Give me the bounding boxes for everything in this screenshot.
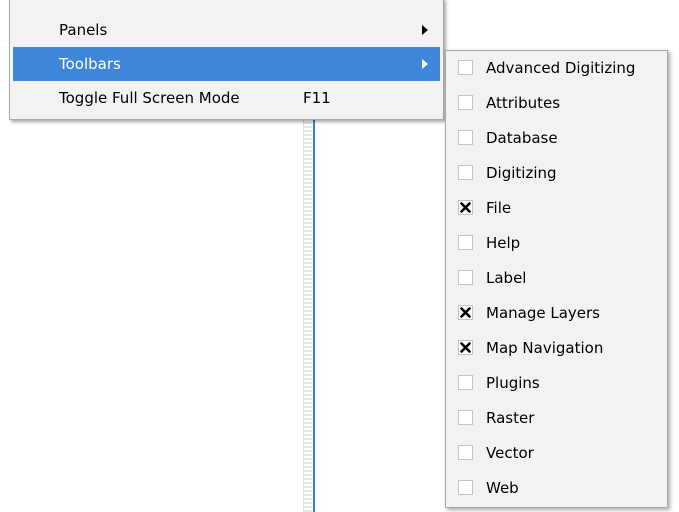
menu-item-label: Toggle Full Screen Mode	[59, 89, 240, 107]
toolbar-item-help[interactable]: Help	[446, 226, 667, 261]
submenu-arrow-icon	[422, 59, 428, 69]
checkbox-icon[interactable]	[458, 235, 473, 250]
toolbars-submenu: Advanced Digitizing Attributes Database …	[445, 50, 668, 508]
toolbar-item-label: Map Navigation	[486, 339, 604, 357]
splitter-accent-line	[313, 118, 315, 512]
toolbar-item-label: Web	[486, 479, 519, 497]
checkbox-icon[interactable]	[458, 340, 473, 355]
toolbar-item-attributes[interactable]: Attributes	[446, 86, 667, 121]
toolbar-item-label: Help	[486, 234, 521, 252]
toolbar-item-plugins[interactable]: Plugins	[446, 366, 667, 401]
menu-item-shortcut: F11	[303, 89, 331, 107]
checkbox-icon[interactable]	[458, 165, 473, 180]
checkbox-icon[interactable]	[458, 410, 473, 425]
toolbar-item-map-navigation[interactable]: Map Navigation	[446, 331, 667, 366]
splitter-handle[interactable]	[303, 118, 312, 512]
menu-item-toolbars[interactable]: Toolbars	[13, 47, 440, 81]
toolbar-item-label: Database	[486, 129, 558, 147]
toolbar-item-label: Vector	[486, 444, 534, 462]
checkbox-icon[interactable]	[458, 445, 473, 460]
checkbox-icon[interactable]	[458, 95, 473, 110]
view-menu: Panels Toolbars Toggle Full Screen Mode …	[9, 0, 444, 120]
toolbar-item-manage-layers[interactable]: Manage Layers	[446, 296, 667, 331]
toolbar-item-label: Advanced Digitizing	[486, 59, 636, 77]
toolbar-item-advanced-digitizing[interactable]: Advanced Digitizing	[446, 51, 667, 86]
checkbox-icon[interactable]	[458, 270, 473, 285]
menu-item-panels[interactable]: Panels	[13, 13, 440, 47]
toolbar-item-raster[interactable]: Raster	[446, 401, 667, 436]
toolbar-item-digitizing[interactable]: Digitizing	[446, 156, 667, 191]
toolbar-item-database[interactable]: Database	[446, 121, 667, 156]
submenu-arrow-icon	[422, 25, 428, 35]
checkbox-icon[interactable]	[458, 60, 473, 75]
menu-item-toggle-full-screen[interactable]: Toggle Full Screen Mode F11	[13, 81, 440, 115]
toolbar-item-label: File	[486, 199, 512, 217]
checkbox-icon[interactable]	[458, 200, 473, 215]
checkbox-icon[interactable]	[458, 480, 473, 495]
menu-item-label: Toolbars	[59, 55, 121, 73]
toolbar-item-label: Label	[486, 269, 527, 287]
menu-item-label: Panels	[59, 21, 108, 39]
toolbar-item-label: Manage Layers	[486, 304, 600, 322]
toolbar-item-label-toolbar[interactable]: Label	[446, 261, 667, 296]
toolbar-item-vector[interactable]: Vector	[446, 436, 667, 471]
checkbox-icon[interactable]	[458, 375, 473, 390]
toolbar-item-label: Plugins	[486, 374, 540, 392]
toolbar-item-web[interactable]: Web	[446, 471, 667, 506]
toolbar-item-file[interactable]: File	[446, 191, 667, 226]
toolbar-item-label: Attributes	[486, 94, 561, 112]
checkbox-icon[interactable]	[458, 130, 473, 145]
toolbar-item-label: Digitizing	[486, 164, 557, 182]
toolbar-item-label: Raster	[486, 409, 535, 427]
checkbox-icon[interactable]	[458, 305, 473, 320]
